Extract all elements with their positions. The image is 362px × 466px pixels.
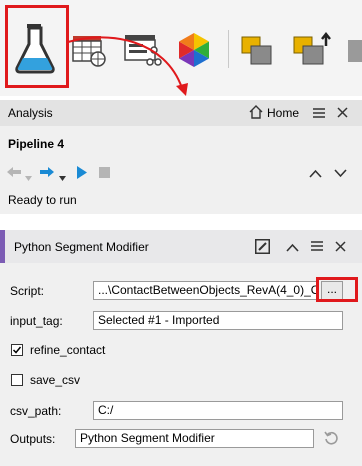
- save-csv-checkbox[interactable]: [11, 374, 23, 386]
- analysis-title: Analysis: [8, 106, 53, 120]
- reset-icon[interactable]: [324, 431, 338, 445]
- csv-path-label: csv_path:: [10, 404, 62, 418]
- back-dropdown-icon[interactable]: [25, 170, 32, 181]
- outputs-label: Outputs:: [10, 432, 56, 446]
- refine-contact-label: refine_contact: [30, 343, 106, 357]
- python-segment-modifier-panel: Python Segment Modifier Script: ...\Cont…: [0, 230, 362, 466]
- play-icon[interactable]: [76, 166, 88, 179]
- back-arrow-icon[interactable]: [6, 166, 22, 178]
- analysis-panel: Analysis Home Pipeline 4 Ready to run: [0, 100, 362, 214]
- edit-icon[interactable]: [255, 239, 270, 254]
- forward-dropdown-icon[interactable]: [59, 170, 66, 181]
- modifier-menu-icon[interactable]: [311, 240, 323, 252]
- analysis-header: Analysis Home: [0, 100, 362, 126]
- browse-highlight-box: [316, 277, 358, 302]
- script-label: Script:: [10, 284, 45, 298]
- script-path-field[interactable]: ...\ContactBetweenObjects_RevA(4_0)_OF: [93, 281, 319, 300]
- csv-path-field[interactable]: C:/: [93, 401, 343, 420]
- forward-arrow-icon[interactable]: [39, 166, 55, 178]
- save-csv-label: save_csv: [30, 373, 81, 387]
- input-tag-field[interactable]: Selected #1 - Imported: [93, 311, 343, 330]
- collapse-icon[interactable]: [286, 241, 299, 252]
- modifier-close-icon[interactable]: [335, 241, 346, 252]
- pipeline-status: Ready to run: [8, 193, 77, 207]
- callout-arrow: [67, 36, 188, 96]
- input-tag-label: input_tag:: [10, 314, 63, 328]
- modifier-accent-bar: [0, 230, 5, 263]
- home-label[interactable]: Home: [267, 106, 299, 120]
- close-icon[interactable]: [337, 107, 348, 118]
- modifier-header: Python Segment Modifier: [0, 230, 362, 263]
- modifier-title: Python Segment Modifier: [14, 240, 149, 254]
- chevron-down-icon[interactable]: [334, 167, 347, 178]
- outputs-field[interactable]: Python Segment Modifier: [75, 429, 314, 448]
- stop-icon[interactable]: [99, 167, 110, 178]
- refine-contact-checkbox[interactable]: [11, 344, 23, 356]
- pipeline-name: Pipeline 4: [8, 137, 65, 151]
- home-icon[interactable]: [249, 105, 263, 119]
- menu-icon[interactable]: [313, 107, 325, 119]
- chevron-up-icon[interactable]: [309, 167, 322, 178]
- modifier-body: Script: ...\ContactBetweenObjects_RevA(4…: [0, 268, 362, 466]
